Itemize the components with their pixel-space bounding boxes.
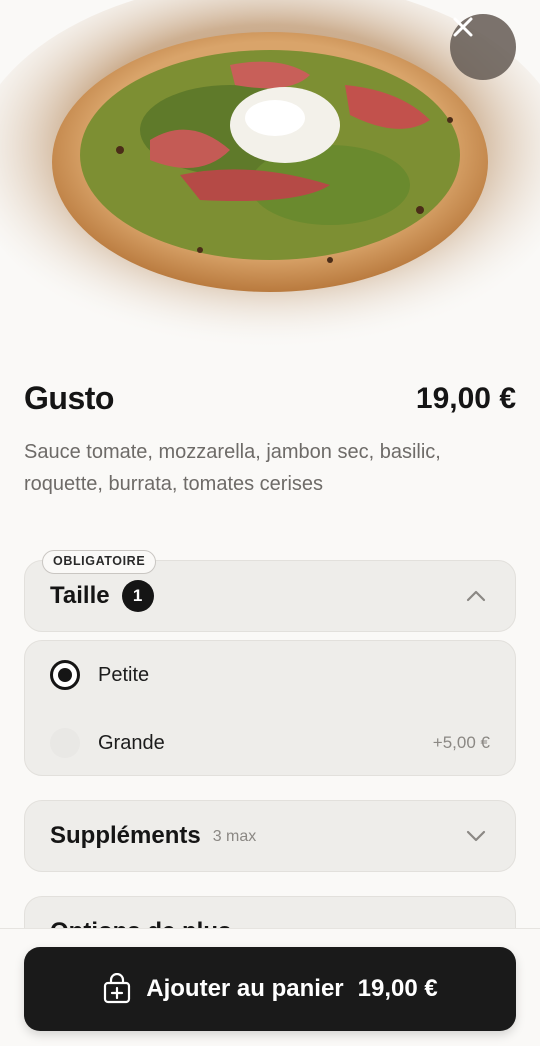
- product-name: Gusto: [24, 380, 114, 416]
- chevron-down-icon: [462, 822, 490, 850]
- option-label: Petite: [98, 663, 150, 686]
- supplements-section-header[interactable]: Suppléments 3 max: [24, 800, 516, 872]
- chevron-up-icon: [462, 582, 490, 610]
- option-extra-price: +5,00 €: [432, 733, 490, 752]
- radio-unselected[interactable]: [50, 728, 80, 758]
- supplements-section-title: Suppléments: [50, 822, 201, 849]
- close-button[interactable]: [450, 14, 516, 80]
- close-icon: [453, 17, 473, 37]
- size-section-title: Taille: [50, 582, 110, 609]
- required-badge: OBLIGATOIRE: [42, 550, 157, 574]
- add-to-cart-label: Ajouter au panier: [146, 975, 344, 1002]
- size-options-list: Petite Grande +5,00 €: [24, 640, 516, 776]
- product-header: Gusto 19,00 €: [24, 380, 516, 417]
- product-price: 19,00 €: [415, 381, 516, 415]
- add-to-cart-price: 19,00 €: [357, 975, 438, 1002]
- size-option-grande[interactable]: Grande +5,00 €: [25, 709, 515, 777]
- shopping-bag-plus-icon: [104, 973, 131, 1004]
- radio-selected[interactable]: [50, 660, 80, 690]
- add-to-cart-button[interactable]: Ajouter au panier 19,00 €: [24, 947, 516, 1031]
- selection-count-badge: 1: [121, 580, 154, 612]
- size-option-petite[interactable]: Petite: [25, 641, 515, 709]
- option-label: Grande: [98, 731, 165, 754]
- supplements-max-hint: 3 max: [212, 828, 257, 845]
- product-description: Sauce tomate, mozzarella, jambon sec, ba…: [24, 441, 441, 495]
- product-image: [0, 0, 540, 350]
